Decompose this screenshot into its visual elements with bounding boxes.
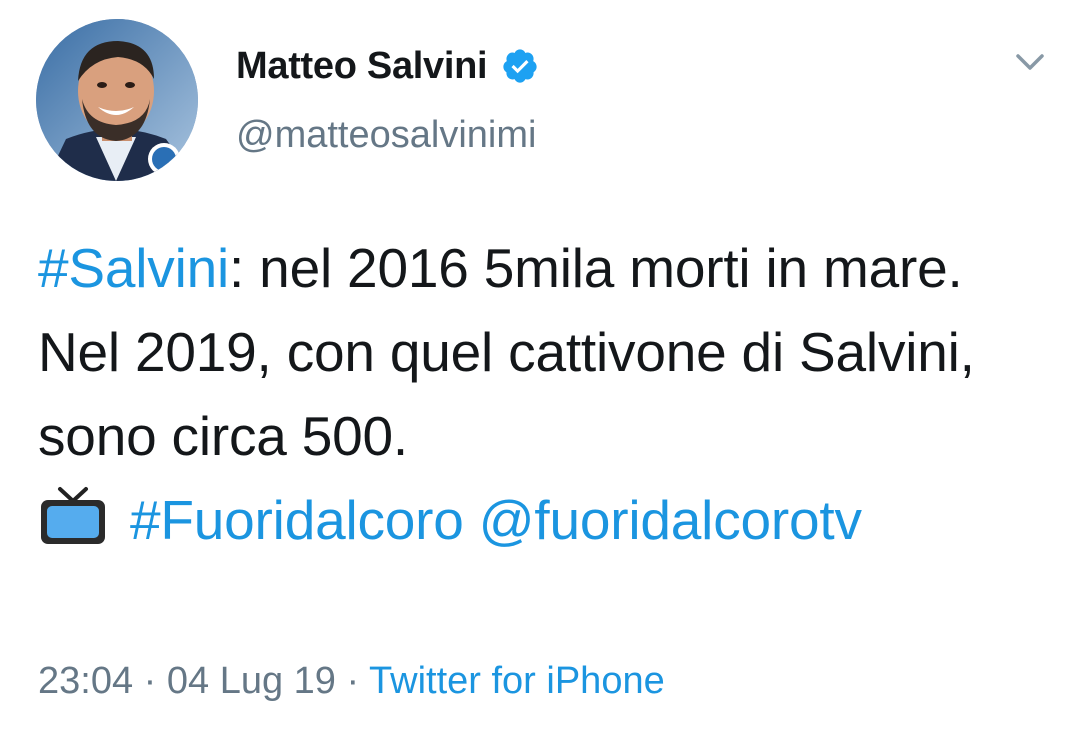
author-handle[interactable]: @matteosalvinimi bbox=[236, 114, 536, 157]
tweet-date: 04 Lug 19 bbox=[166, 660, 336, 702]
meta-separator: · bbox=[335, 660, 370, 702]
tweet-source-link[interactable]: Twitter for iPhone bbox=[369, 660, 665, 702]
tweet-meta: 23:04 · 04 Lug 19 · Twitter for iPhone bbox=[38, 660, 665, 703]
tweet-text-line1: : nel 2016 5mila morti in mare. bbox=[229, 237, 963, 299]
tweet-time: 23:04 bbox=[38, 660, 134, 702]
verified-badge-icon bbox=[503, 49, 537, 83]
television-icon bbox=[41, 487, 105, 544]
avatar[interactable] bbox=[36, 19, 198, 181]
author-name-row[interactable]: Matteo Salvini bbox=[236, 40, 539, 92]
chevron-down-icon[interactable] bbox=[1010, 48, 1050, 78]
display-name[interactable]: Matteo Salvini bbox=[236, 45, 488, 88]
hashtag-link[interactable]: #Salvini bbox=[38, 237, 229, 299]
tweet-card: Matteo Salvini @matteosalvinimi #Salvini… bbox=[0, 0, 1080, 736]
tweet-text: #Salvini: nel 2016 5mila morti in mare. … bbox=[38, 226, 1048, 562]
tweet-text-line2: Nel 2019, con quel cattivone di Salvini,… bbox=[38, 321, 990, 467]
mention-link[interactable]: @fuoridalcorotv bbox=[479, 489, 862, 551]
meta-separator: · bbox=[133, 660, 167, 702]
hashtag-fuoridalcoro-link[interactable]: #Fuoridalcoro bbox=[130, 489, 464, 551]
profile-photo bbox=[36, 19, 198, 181]
